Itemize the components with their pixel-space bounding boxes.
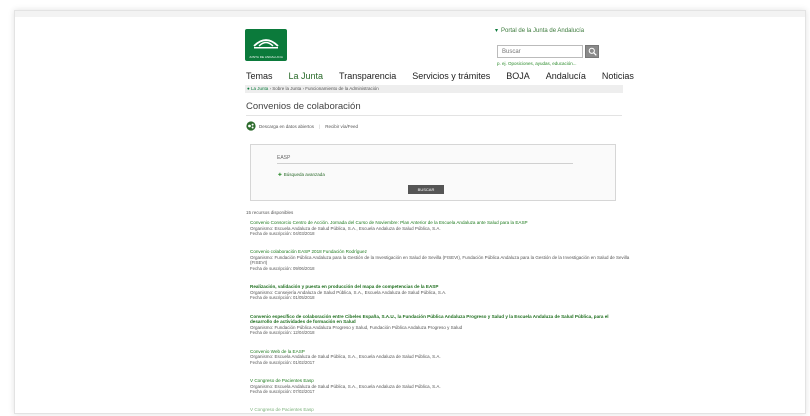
search-button[interactable] [585,45,599,58]
list-item: Convenio colaboración EASP 2018 Fundació… [250,249,630,271]
breadcrumb: ● La Junta › Sobre la Junta › Funcionami… [245,85,623,93]
result-date: Fecha de suscripción: 04/03/2018 [250,231,315,236]
nav-item-la-junta[interactable]: La Junta [289,71,324,85]
search-icon [588,47,597,56]
results-count: 15 recursos disponibles [246,210,294,215]
list-item: Convenio Consorcio Centro de Acción. Jor… [250,220,630,236]
breadcrumb-home-label: La Junta [250,86,269,91]
arrow-bullet-icon: ▾ [495,28,499,34]
keyword-input[interactable]: EASP [277,153,573,164]
breadcrumb-path[interactable]: › Sobre la Junta › Funcionamiento de la … [270,86,379,91]
top-strip [15,11,805,17]
list-item: Convenio Web de la EASP Organismo: Escue… [250,349,630,365]
result-date: Fecha de suscripción: 07/02/2017 [250,389,315,395]
results-list: Convenio Consorcio Centro de Acción. Jor… [250,220,630,412]
advanced-search-label: Búsqueda avanzada [283,172,325,177]
list-item: Realización, validación y puesta en prod… [250,284,630,300]
result-date: Fecha de suscripción: 01/05/2018 [250,295,315,301]
nav-item-noticias[interactable]: Noticias [602,71,634,85]
nav-item-transparencia[interactable]: Transparencia [339,71,396,85]
plus-icon: ✚ [278,172,282,177]
nav-item-servicios[interactable]: Servicios y trámites [412,71,490,85]
page-title: Convenios de colaboración [246,101,361,112]
junta-emblem-icon [253,39,279,49]
result-date: Fecha de suscripción: 09/06/2018 [250,265,315,271]
result-date: Fecha de suscripción: 12/04/2018 [250,330,315,336]
nav-item-temas[interactable]: Temas [246,71,273,85]
result-title-link[interactable]: Convenio específico de colaboración entr… [250,314,630,325]
title-divider [246,115,622,116]
filter-panel: EASP ✚ Búsqueda avanzada BUSCAR [250,144,616,201]
nav-item-boja[interactable]: BOJA [506,71,530,85]
breadcrumb-home[interactable]: ● La Junta [247,86,268,91]
result-date: Fecha de suscripción: 01/02/2017 [250,359,315,365]
nav-item-andalucia[interactable]: Andalucía [546,71,586,85]
result-title-link-partial[interactable]: V Congreso de Pacientes Easp [250,407,630,412]
search-submit-button[interactable]: BUSCAR [408,185,444,194]
advanced-search-link[interactable]: ✚ Búsqueda avanzada [278,172,325,178]
open-data-download-icon[interactable] [246,121,256,131]
action-separator: | [319,123,321,129]
download-open-data-link[interactable]: Descarga en datos abiertos [259,124,314,129]
portal-link-label: Portal de la Junta de Andalucía [501,28,585,34]
search-input[interactable]: Buscar [497,45,583,58]
main-nav: Temas La Junta Transparencia Servicios y… [246,71,650,85]
action-row: Descarga en datos abiertos | Recibir vía… [246,121,358,131]
portal-link[interactable]: ▾ Portal de la Junta de Andalucía [495,27,584,34]
list-item: V Congreso de Pacientes Easp Organismo: … [250,378,630,394]
result-organism: Organismo: Fundación Pública Andaluza pa… [250,255,630,266]
rss-feed-link[interactable]: Recibir vía/Feed [325,124,358,129]
search-hint: p. ej. Oposiciones, ayudas, educación... [497,61,577,66]
logo-text: JUNTA DE ANDALUCIA [249,55,283,59]
browser-page: JUNTA DE ANDALUCIA ▾ Portal de la Junta d… [14,10,806,414]
list-item: Convenio específico de colaboración entr… [250,314,630,336]
junta-logo[interactable]: JUNTA DE ANDALUCIA [245,29,287,61]
